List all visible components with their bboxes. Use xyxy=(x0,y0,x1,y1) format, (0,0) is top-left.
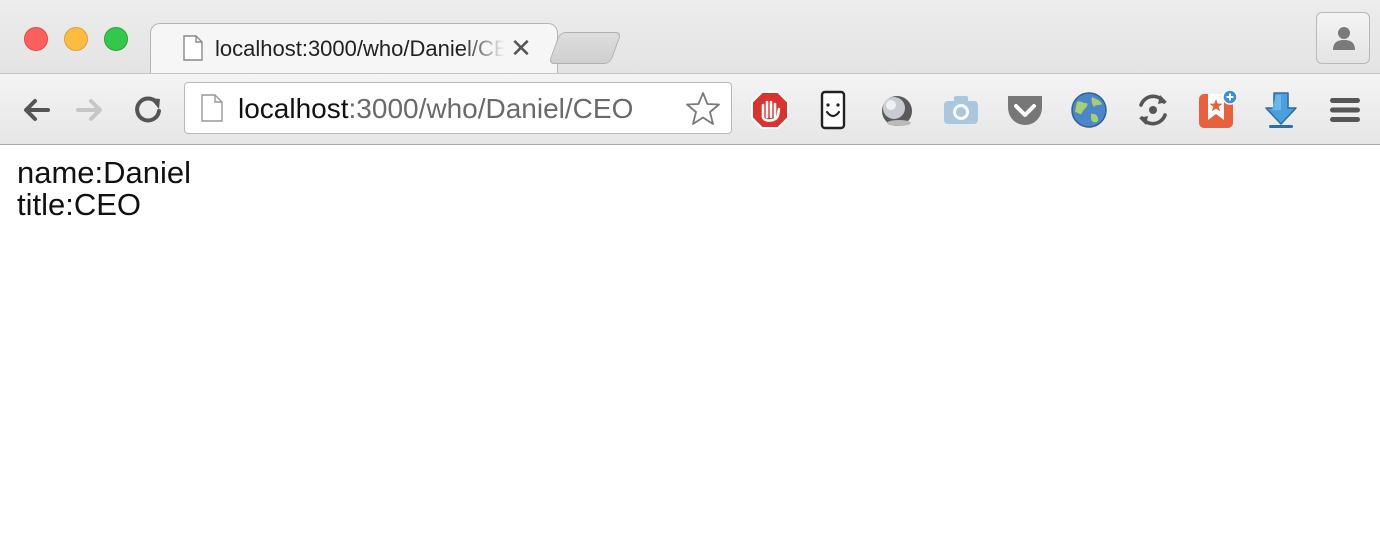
url-text[interactable]: localhost:3000/who/Daniel/CEO xyxy=(238,93,633,125)
forward-button[interactable] xyxy=(72,92,108,128)
person-icon xyxy=(1333,27,1355,50)
globe-icon[interactable] xyxy=(1069,90,1109,130)
toolbar: localhost:3000/who/Daniel/CEO xyxy=(0,73,1380,144)
browser-chrome: localhost:3000/who/Daniel/CEO ✕ localhos… xyxy=(0,0,1380,145)
back-button[interactable] xyxy=(18,92,54,128)
new-tab-button[interactable] xyxy=(548,32,622,64)
reload-icon xyxy=(135,96,161,123)
page-icon xyxy=(201,94,223,127)
sync-icon[interactable] xyxy=(1133,90,1173,130)
reload-button[interactable] xyxy=(130,92,166,128)
tab-close-icon[interactable]: ✕ xyxy=(509,35,533,61)
title-line: title:CEO xyxy=(17,187,142,222)
download-arrow-icon[interactable] xyxy=(1261,90,1301,130)
url-host: localhost xyxy=(238,93,349,124)
page-content: name:Daniel title:CEO xyxy=(17,157,191,221)
smiley-card-icon[interactable] xyxy=(813,90,853,130)
page-icon xyxy=(183,35,203,61)
moon-orb-icon[interactable] xyxy=(877,90,917,130)
menu-icon[interactable] xyxy=(1325,90,1365,130)
address-bar[interactable]: localhost:3000/who/Daniel/CEO xyxy=(184,82,732,134)
tab-active[interactable]: localhost:3000/who/Daniel/CEO ✕ xyxy=(150,23,558,74)
profile-button[interactable] xyxy=(1316,12,1370,64)
star-icon[interactable] xyxy=(685,91,721,132)
window-close-button[interactable] xyxy=(24,27,48,51)
adblock-icon[interactable] xyxy=(750,90,790,130)
bookmark-plus-icon[interactable] xyxy=(1197,90,1237,130)
arrow-left-icon xyxy=(24,99,50,121)
arrow-right-icon xyxy=(76,99,102,121)
tab-strip: localhost:3000/who/Daniel/CEO ✕ xyxy=(0,0,1380,74)
camera-icon[interactable] xyxy=(941,90,981,130)
url-path: :3000/who/Daniel/CEO xyxy=(348,93,634,124)
name-line: name:Daniel xyxy=(17,155,192,190)
window-maximize-button[interactable] xyxy=(104,27,128,51)
window-minimize-button[interactable] xyxy=(64,27,88,51)
tab-title: localhost:3000/who/Daniel/CEO xyxy=(215,36,505,61)
pocket-icon[interactable] xyxy=(1005,90,1045,130)
